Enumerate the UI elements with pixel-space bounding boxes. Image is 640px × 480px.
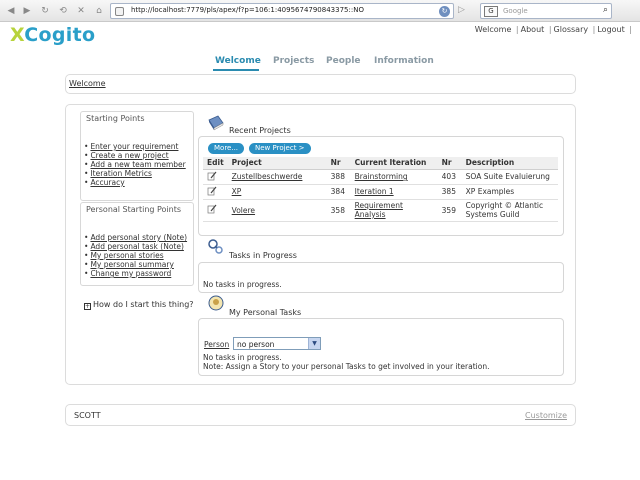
person-select[interactable]: no person ▼ <box>233 337 321 350</box>
iteration-cell[interactable]: Brainstorming <box>350 169 438 185</box>
top-link-glossary[interactable]: Glossary <box>554 25 589 34</box>
personal-tasks-empty-text: No tasks in progress. <box>203 353 282 362</box>
edit-pencil-icon[interactable] <box>207 204 217 214</box>
tab-people[interactable]: People <box>326 56 361 66</box>
chevron-down-icon[interactable]: ▼ <box>308 338 320 349</box>
personal-points-title: Personal Starting Points <box>86 205 182 214</box>
top-link-logout[interactable]: Logout <box>597 25 624 34</box>
stop-icon[interactable]: ✕ <box>74 4 88 18</box>
table-header-row: Edit Project Nr Current Iteration Nr Des… <box>203 157 558 170</box>
personal-tasks-title: My Personal Tasks <box>229 308 302 317</box>
forward-arrow-icon[interactable]: ▶ <box>20 4 34 18</box>
col-current-iteration: Current Iteration <box>350 157 438 170</box>
url-bar[interactable]: http://localhost:7779/pls/apex/f?p=106:1… <box>110 3 454 19</box>
link-accuracy[interactable]: Accuracy <box>84 178 186 187</box>
link-iteration-metrics[interactable]: Iteration Metrics <box>84 169 186 178</box>
browser-toolbar: ◀ ▶ ↻ ⟲ ✕ ⌂ http://localhost:7779/pls/ap… <box>0 0 640 22</box>
search-engine-icon[interactable]: G <box>484 6 498 17</box>
go-arrow-icon[interactable]: ▷ <box>458 5 465 15</box>
person-label: Person <box>204 340 230 349</box>
recent-projects-table: Edit Project Nr Current Iteration Nr Des… <box>203 157 558 222</box>
breadcrumb-welcome[interactable]: Welcome <box>69 79 106 88</box>
col-nr: Nr <box>326 157 351 170</box>
project-cell[interactable]: Volere <box>227 199 327 222</box>
link-add-team-member[interactable]: Add a new team member <box>84 160 185 169</box>
top-links: Welcome | About | Glossary | Logout | <box>474 25 632 34</box>
edit-cell <box>203 199 228 222</box>
tasks-empty-text: No tasks in progress. <box>203 280 282 289</box>
description-cell: SOA Suite Evaluierung <box>461 169 558 185</box>
breadcrumb: Welcome <box>65 74 576 94</box>
page-favicon-icon <box>115 7 124 16</box>
nr-cell: 388 <box>326 169 351 185</box>
tasks-icon <box>208 239 223 254</box>
footer: SCOTT Customize <box>65 404 576 426</box>
col-iter-nr: Nr <box>437 157 462 170</box>
col-edit: Edit <box>203 157 228 170</box>
back-arrow-icon[interactable]: ◀ <box>4 4 18 18</box>
tab-welcome[interactable]: Welcome <box>215 56 261 66</box>
iteration-cell[interactable]: Iteration 1 <box>350 184 438 200</box>
project-cell[interactable]: XP <box>227 184 327 200</box>
iter-nr-cell: 359 <box>437 199 462 222</box>
main-nav: Welcome Projects People Information <box>0 56 640 70</box>
edit-pencil-icon[interactable] <box>207 186 217 196</box>
top-link-welcome[interactable]: Welcome <box>475 25 512 34</box>
current-user: SCOTT <box>74 411 101 420</box>
help-start-link[interactable]: + How do I start this thing? <box>84 300 194 310</box>
col-project: Project <box>227 157 327 170</box>
nr-cell: 358 <box>326 199 351 222</box>
description-cell: XP Examples <box>461 184 558 200</box>
home-icon[interactable]: ⌂ <box>92 4 106 18</box>
link-personal-summary[interactable]: My personal summary <box>84 260 187 269</box>
project-cell[interactable]: Zustellbeschwerde <box>227 169 327 185</box>
link-add-personal-task[interactable]: Add personal task (Note) <box>84 242 187 251</box>
edit-cell <box>203 184 228 200</box>
recent-projects-title: Recent Projects <box>229 126 291 135</box>
link-add-personal-story[interactable]: Add personal story (Note) <box>84 233 187 242</box>
reload-icon[interactable]: ↻ <box>38 4 52 18</box>
link-enter-requirement[interactable]: Enter your requirement <box>84 142 186 151</box>
url-text[interactable]: http://localhost:7779/pls/apex/f?p=106:1… <box>131 6 364 14</box>
customize-link[interactable]: Customize <box>525 411 567 420</box>
book-icon <box>208 115 224 131</box>
refresh-icon[interactable]: ↻ <box>439 6 450 17</box>
search-icon[interactable]: ⌕ <box>603 5 608 15</box>
top-link-about[interactable]: About <box>521 25 545 34</box>
personal-points-list: Add personal story (Note) Add personal t… <box>84 233 187 278</box>
more-button[interactable]: More... <box>208 143 245 154</box>
search-placeholder: Google <box>503 7 528 15</box>
tab-projects[interactable]: Projects <box>273 56 314 66</box>
table-row: Zustellbeschwerde 388 Brainstorming 403 … <box>203 169 558 185</box>
description-cell: Copyright © Atlantic Systems Guild <box>461 199 558 222</box>
iteration-cell[interactable]: Requirement Analysis <box>350 199 438 222</box>
link-change-password[interactable]: Change my password <box>84 269 187 278</box>
col-description: Description <box>461 157 558 170</box>
nr-cell: 384 <box>326 184 351 200</box>
link-personal-stories[interactable]: My personal stories <box>84 251 187 260</box>
new-project-button[interactable]: New Project > <box>249 143 311 154</box>
edit-cell <box>203 169 228 185</box>
person-select-value: no person <box>237 340 275 349</box>
person-task-icon <box>208 295 224 311</box>
tasks-in-progress-title: Tasks in Progress <box>229 251 297 260</box>
history-icon[interactable]: ⟲ <box>56 4 70 18</box>
table-row: XP 384 Iteration 1 385 XP Examples <box>203 184 558 200</box>
starting-points-list: Enter your requirement Create a new proj… <box>84 142 186 187</box>
personal-tasks-note: Note: Assign a Story to your personal Ta… <box>203 362 490 371</box>
app-logo[interactable]: XCogito <box>10 24 95 46</box>
tab-information[interactable]: Information <box>374 56 434 66</box>
iter-nr-cell: 385 <box>437 184 462 200</box>
table-row: Volere 358 Requirement Analysis 359 Copy… <box>203 199 558 222</box>
search-input[interactable]: G Google ⌕ <box>480 3 612 19</box>
iter-nr-cell: 403 <box>437 169 462 185</box>
expand-plus-icon[interactable]: + <box>84 303 91 310</box>
link-create-project[interactable]: Create a new project <box>84 151 186 160</box>
edit-pencil-icon[interactable] <box>207 171 217 181</box>
active-tab-indicator <box>213 69 259 71</box>
starting-points-title: Starting Points <box>86 114 145 123</box>
